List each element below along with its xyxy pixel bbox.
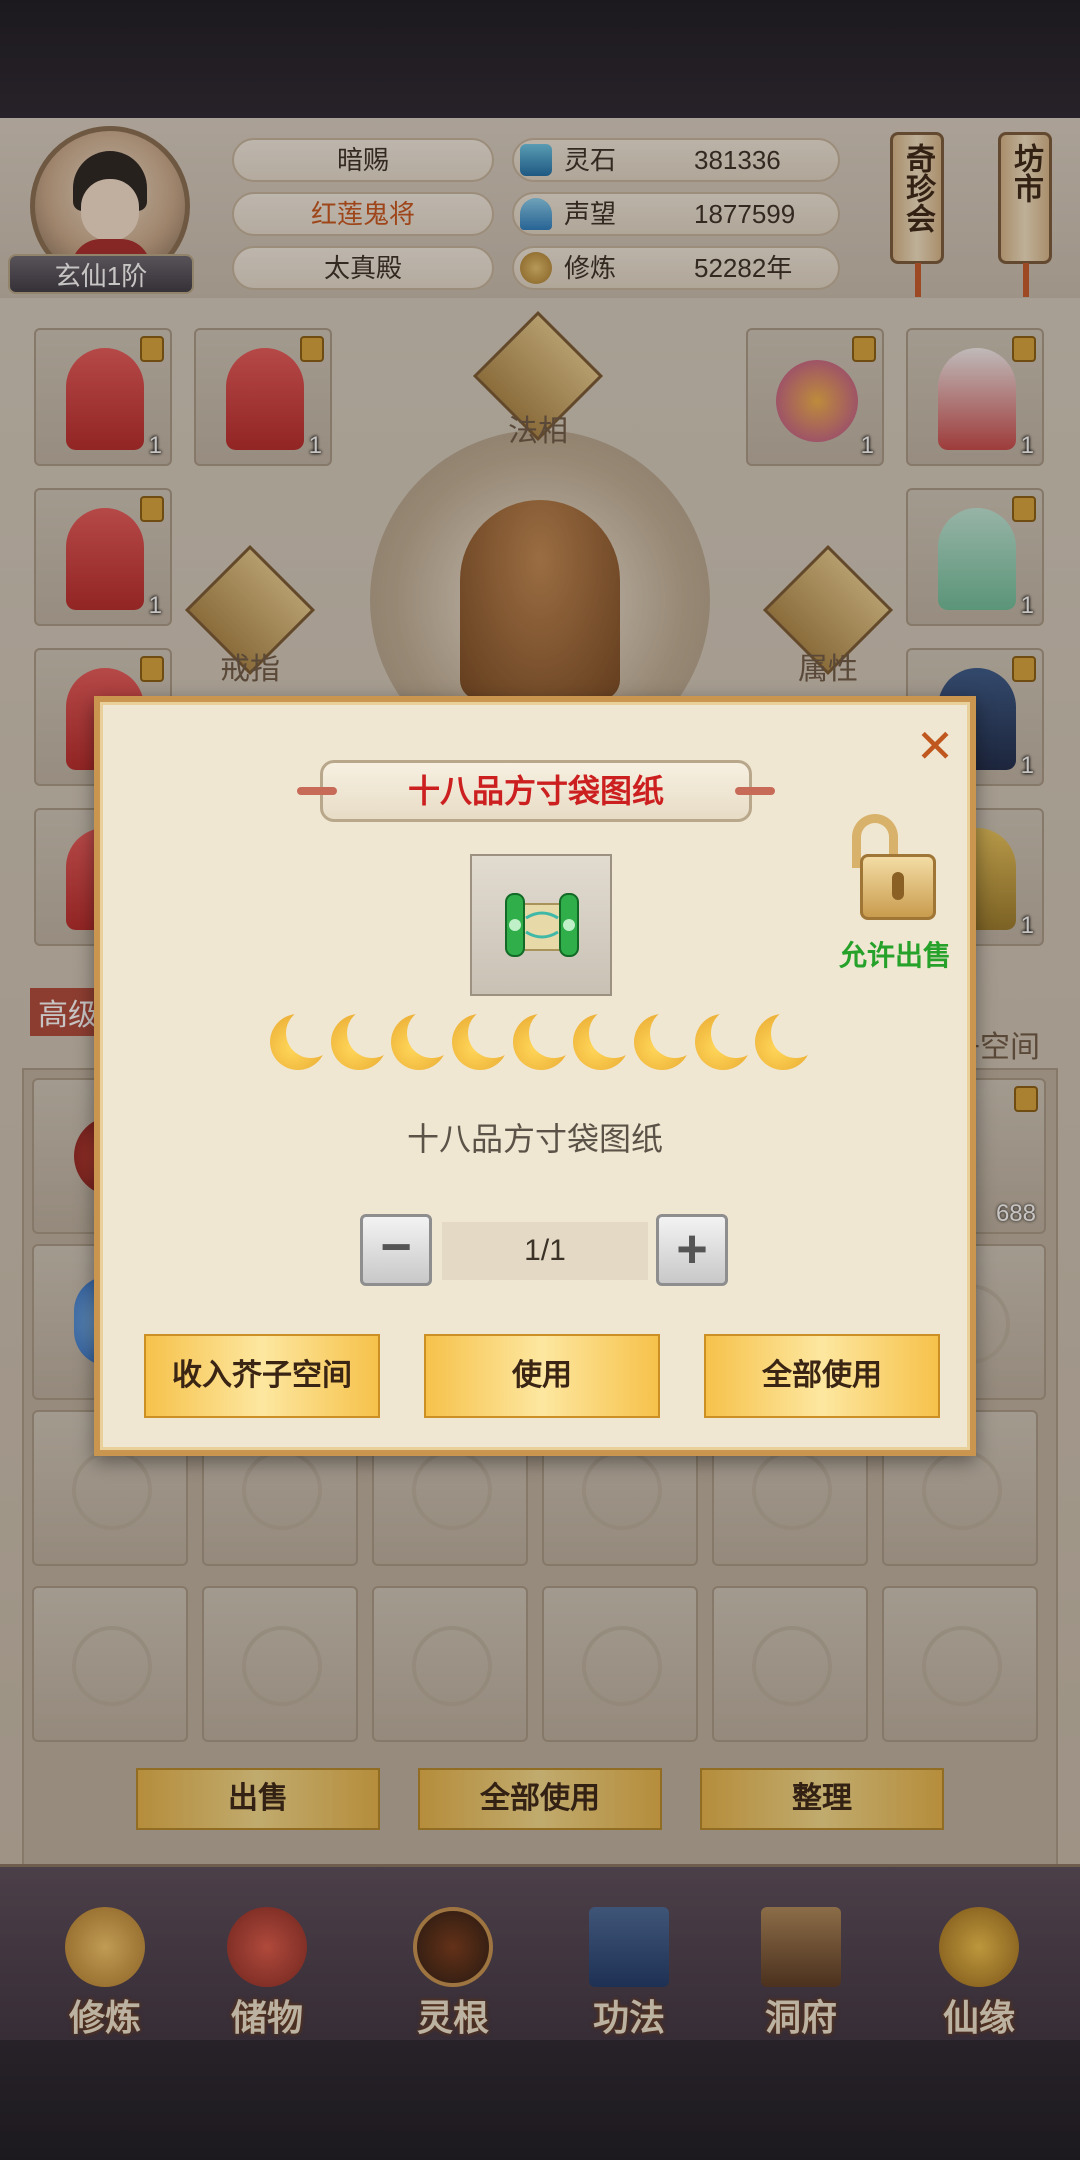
increase-quantity-button[interactable]: + xyxy=(656,1214,728,1286)
unlock-icon[interactable] xyxy=(840,814,936,924)
store-to-mustard-space-button[interactable]: 收入芥子空间 xyxy=(144,1334,380,1418)
crescent-moon-icon xyxy=(391,1008,458,1070)
crescent-moon-icon xyxy=(270,1008,336,1070)
quality-moons xyxy=(270,1008,822,1080)
quantity-field[interactable]: 1/1 xyxy=(442,1222,648,1280)
use-button[interactable]: 使用 xyxy=(424,1334,660,1418)
close-icon[interactable]: ✕ xyxy=(915,723,955,769)
crescent-moon-icon xyxy=(512,1008,579,1070)
crescent-moon-icon xyxy=(755,1008,822,1070)
crescent-moon-icon xyxy=(452,1008,519,1070)
allow-sell-label[interactable]: 允许出售 xyxy=(830,934,960,974)
dialog-title: 十八品方寸袋图纸 xyxy=(407,773,664,809)
decrease-quantity-button[interactable]: − xyxy=(360,1214,432,1286)
crescent-moon-icon xyxy=(634,1008,701,1070)
use-all-dialog-button[interactable]: 全部使用 xyxy=(704,1334,940,1418)
crescent-moon-icon xyxy=(573,1008,640,1070)
blueprint-scroll-icon xyxy=(505,893,579,957)
item-dialog: 十八品方寸袋图纸 ✕ 允许出售 十八品方寸袋图纸 − 1/1 + 收入芥子空间 … xyxy=(94,696,976,1456)
item-name: 十八品方寸袋图纸 xyxy=(406,1121,663,1157)
dialog-title-bar: 十八品方寸袋图纸 xyxy=(297,760,775,822)
crescent-moon-icon xyxy=(694,1008,761,1070)
crescent-moon-icon xyxy=(330,1008,397,1070)
